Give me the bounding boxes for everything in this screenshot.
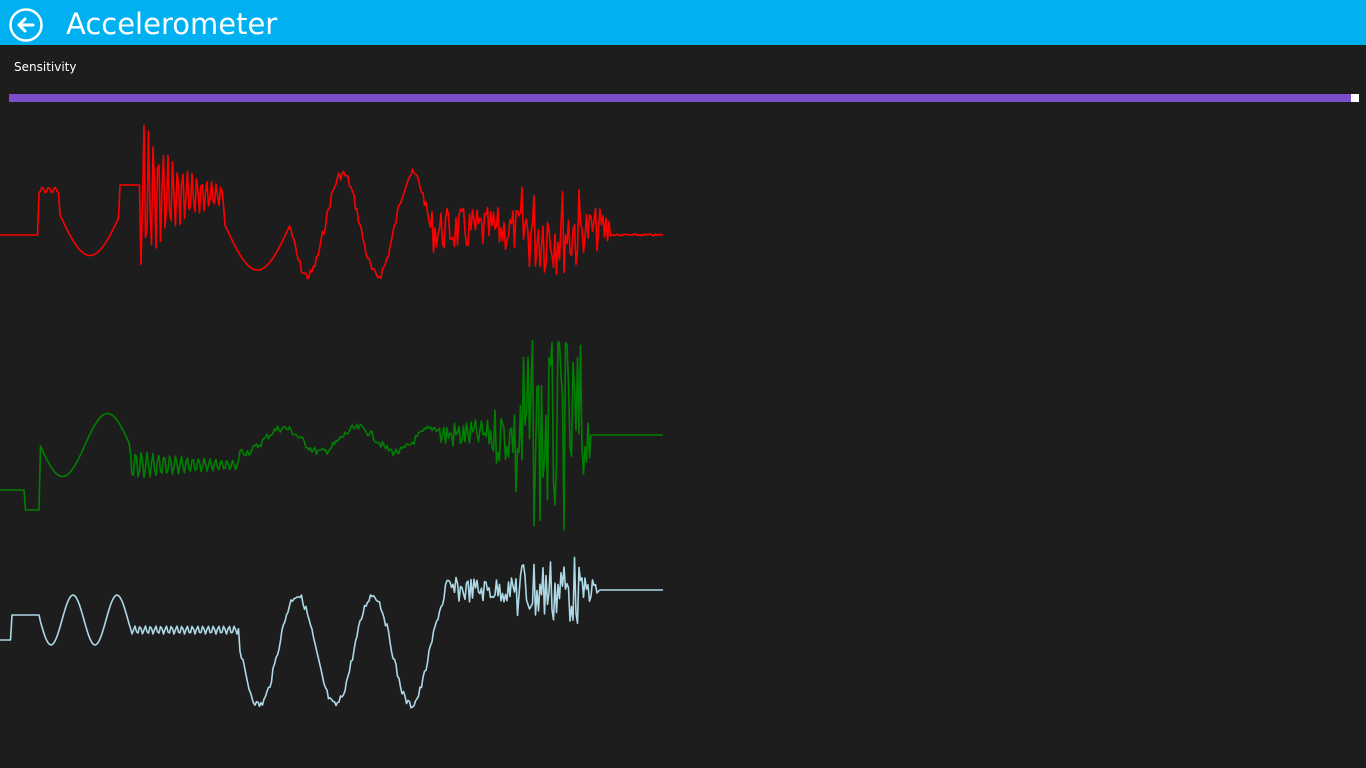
app-header: Accelerometer — [0, 0, 1366, 45]
sensitivity-slider[interactable] — [9, 92, 1359, 104]
slider-fill — [9, 94, 1359, 102]
sensitivity-label: Sensitivity — [14, 60, 77, 74]
accel-z-trace — [0, 556, 663, 709]
accel-y-trace — [0, 339, 663, 531]
back-arrow-icon — [9, 8, 43, 42]
page-title: Accelerometer — [66, 7, 278, 41]
accel-x-trace — [0, 124, 664, 280]
slider-thumb[interactable] — [1351, 94, 1359, 102]
accelerometer-plot — [0, 124, 664, 709]
back-button[interactable] — [9, 8, 43, 42]
